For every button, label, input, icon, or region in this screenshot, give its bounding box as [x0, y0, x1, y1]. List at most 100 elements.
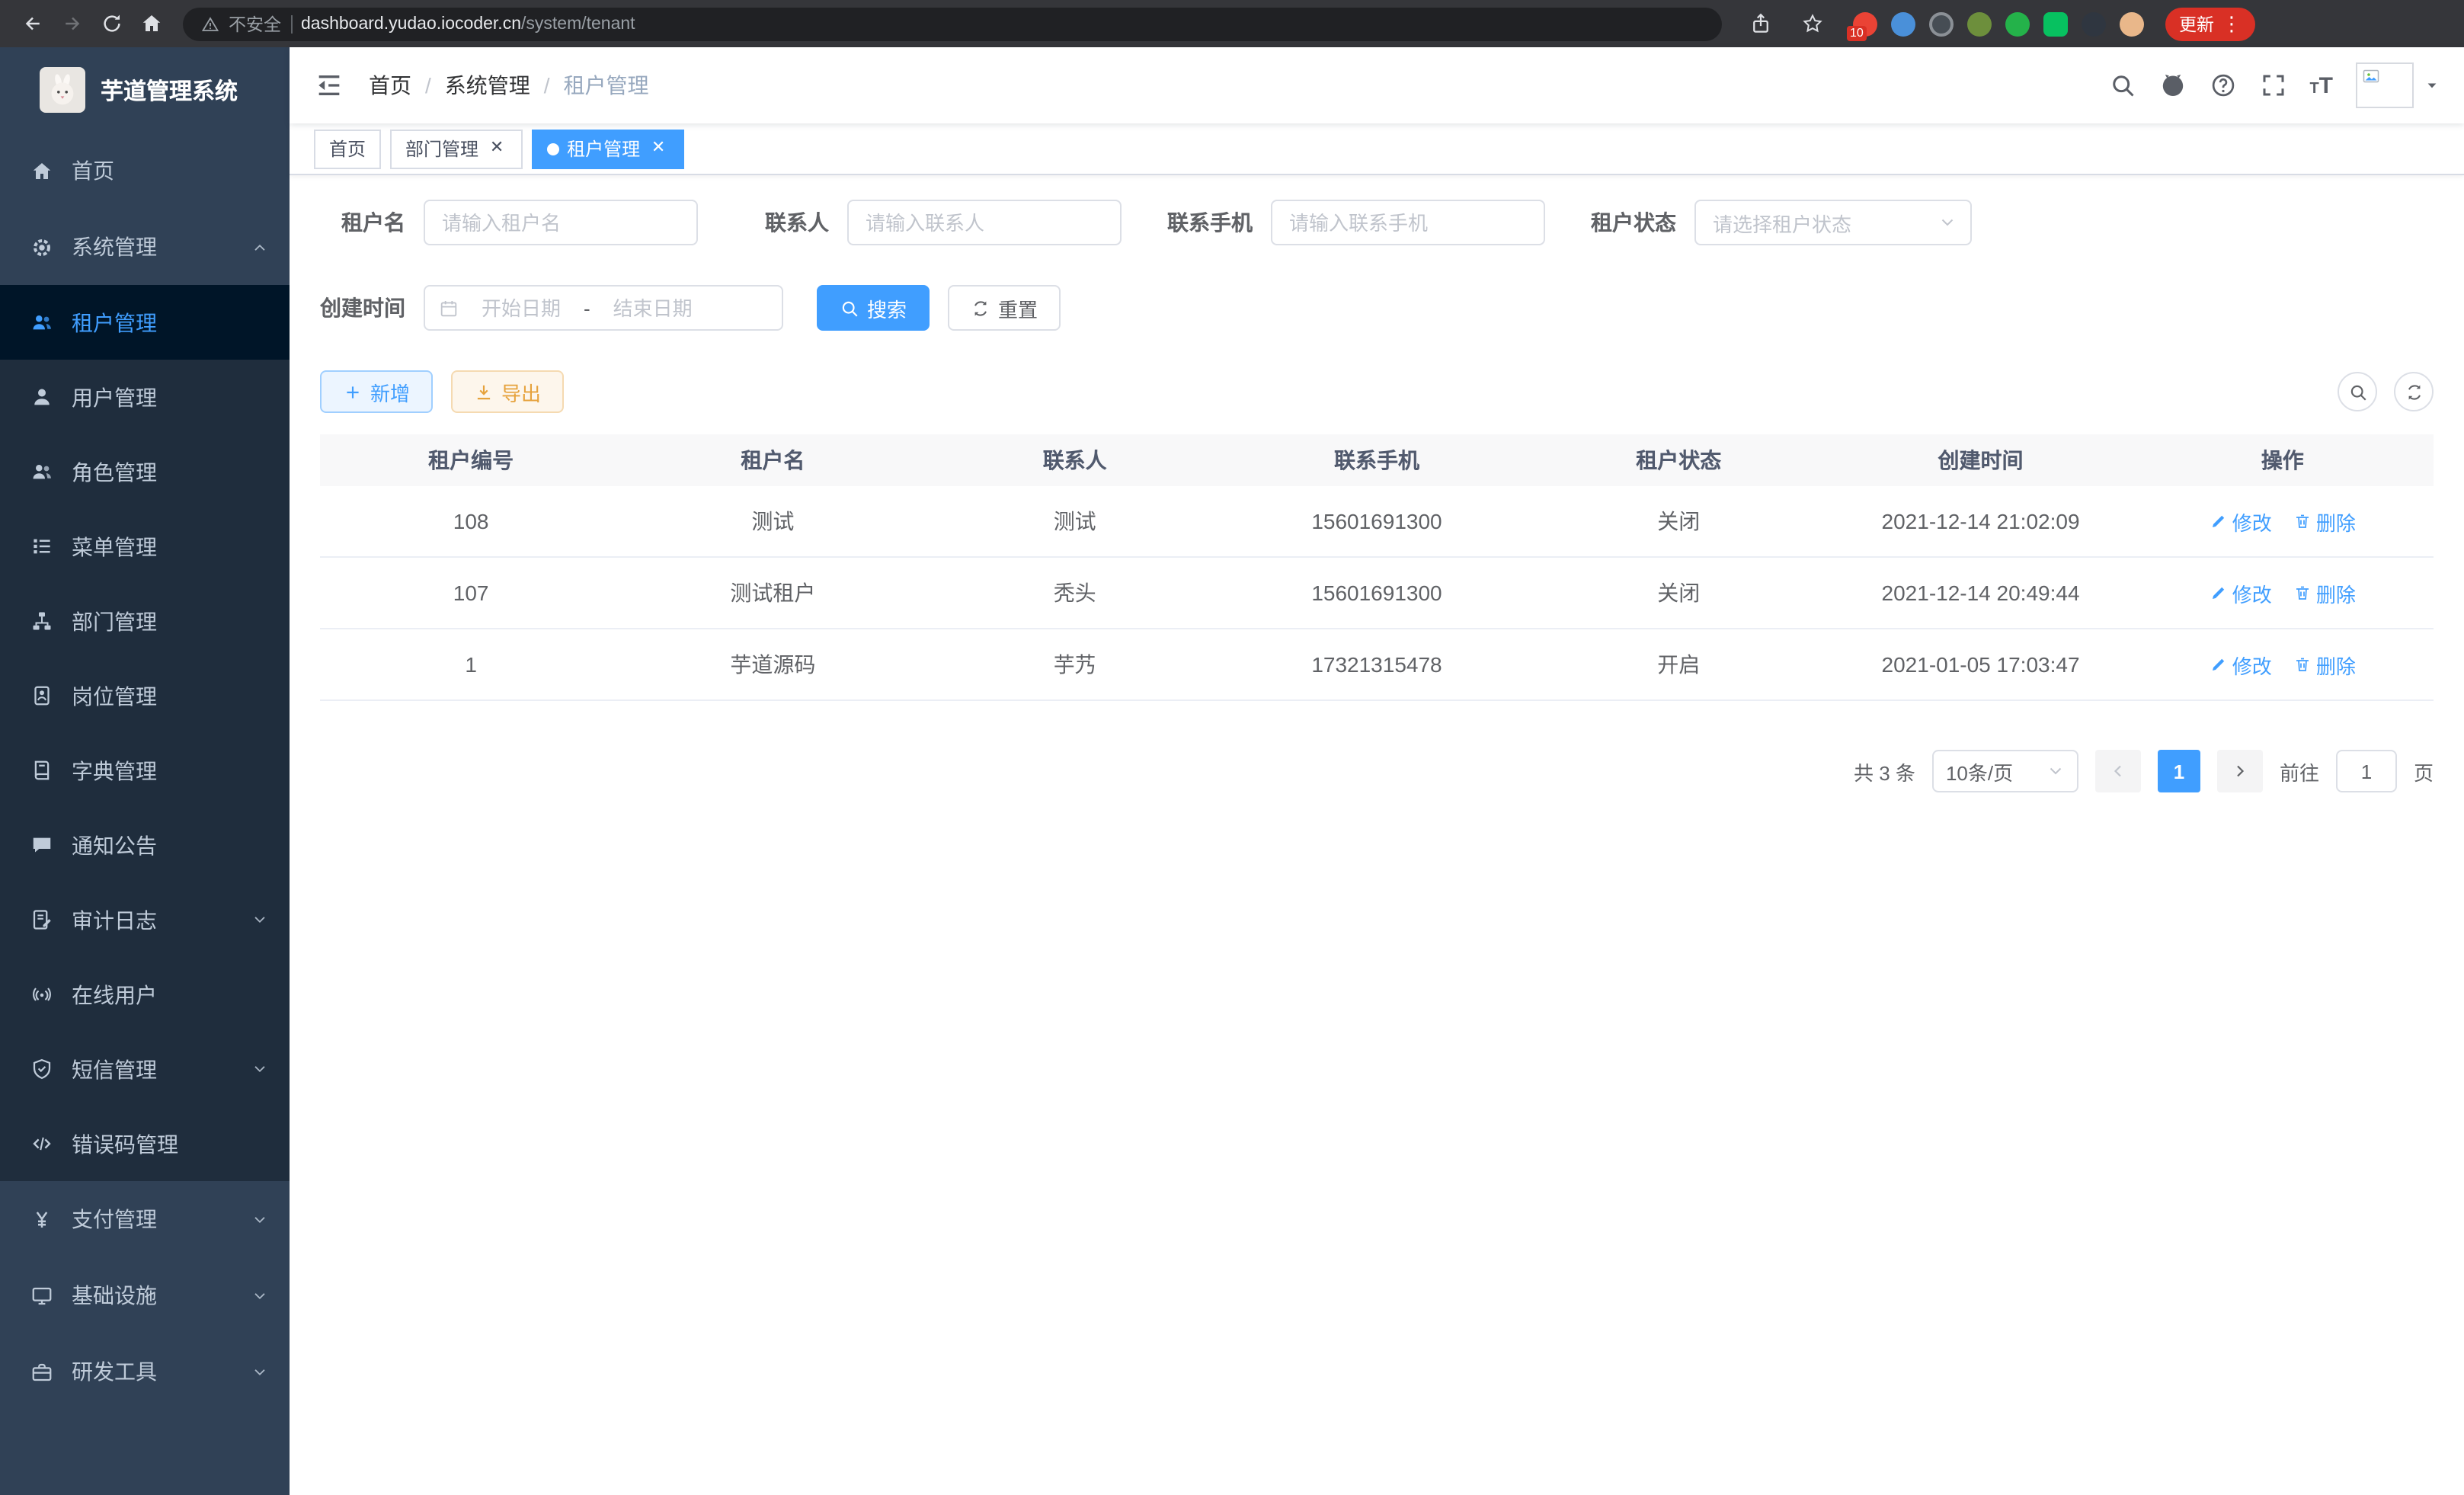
sidebar-item-infrastructure[interactable]: 基础设施: [0, 1257, 290, 1333]
user-avatar-menu[interactable]: [2356, 62, 2440, 108]
help-icon[interactable]: [2209, 72, 2236, 99]
sidebar-item-label: 部门管理: [72, 606, 157, 636]
sidebar-item-user-management[interactable]: 用户管理: [0, 360, 290, 434]
sidebar-item-system-management[interactable]: 系统管理: [0, 209, 290, 285]
extension-icon[interactable]: [2082, 11, 2106, 36]
breadcrumb-item[interactable]: 首页: [369, 70, 411, 101]
chevron-down-icon: [251, 911, 268, 928]
cell-actions: 修改 删除: [2132, 629, 2434, 699]
avatar[interactable]: [2356, 62, 2414, 108]
delete-label: 删除: [2316, 650, 2356, 679]
close-icon[interactable]: ✕: [486, 138, 507, 159]
filter-label: 租户名: [320, 207, 424, 238]
sidebar-item-menu-management[interactable]: 菜单管理: [0, 509, 290, 584]
share-button[interactable]: [1740, 4, 1780, 43]
browser-reload-button[interactable]: [91, 4, 131, 43]
sidebar-item-label: 角色管理: [72, 456, 157, 487]
bookmark-button[interactable]: [1792, 4, 1832, 43]
phone-input[interactable]: [1271, 200, 1545, 245]
total-count: 共 3 条: [1854, 757, 1915, 786]
goto-page-input[interactable]: [2336, 750, 2397, 792]
edit-label: 修改: [2232, 507, 2272, 536]
tenant-table: 租户编号 租户名 联系人 联系手机 租户状态 创建时间 操作 108 测试 测试…: [320, 434, 2434, 701]
edit-button[interactable]: 修改: [2210, 507, 2272, 536]
extension-icon[interactable]: [1967, 11, 1992, 36]
chevron-down-icon: [251, 1287, 268, 1304]
page-number-button[interactable]: 1: [2158, 750, 2200, 792]
add-button[interactable]: 新增: [320, 370, 433, 413]
sidebar-item-dict-management[interactable]: 字典管理: [0, 733, 290, 808]
browser-forward-button[interactable]: [52, 4, 91, 43]
sidebar-item-online-users[interactable]: 在线用户: [0, 957, 290, 1032]
cell-status: 关闭: [1528, 558, 1829, 628]
filter-label: 联系手机: [1167, 207, 1271, 238]
search-icon: [2347, 382, 2367, 402]
refresh-table-button[interactable]: [2394, 372, 2434, 411]
org-tree-icon: [30, 610, 53, 632]
sidebar-item-label: 支付管理: [72, 1204, 157, 1234]
contact-input[interactable]: [847, 200, 1122, 245]
edit-button[interactable]: 修改: [2210, 578, 2272, 607]
cell-contact: 秃头: [924, 558, 1226, 628]
sidebar-item-role-management[interactable]: 角色管理: [0, 434, 290, 509]
toggle-search-button[interactable]: [2338, 372, 2377, 411]
sidebar-item-department-management[interactable]: 部门管理: [0, 584, 290, 658]
browser-menu-icon[interactable]: ⋮: [2222, 14, 2242, 34]
extension-icon[interactable]: 10: [1853, 11, 1877, 36]
prev-page-button[interactable]: [2095, 750, 2141, 792]
extension-icon[interactable]: [2005, 11, 2030, 36]
sidebar-item-post-management[interactable]: 岗位管理: [0, 658, 290, 733]
app-window: 芋道管理系统 首页 系统管理 租户管理 用户管理: [0, 47, 2464, 1495]
sidebar-toggle-icon[interactable]: [314, 70, 344, 101]
fullscreen-icon[interactable]: [2259, 72, 2286, 99]
sidebar-item-tenant-management[interactable]: 租户管理: [0, 285, 290, 360]
reset-button[interactable]: 重置: [948, 285, 1061, 331]
sidebar-item-label: 系统管理: [72, 232, 157, 262]
top-navbar: 首页 / 系统管理 / 租户管理 TT: [290, 47, 2464, 123]
edit-button[interactable]: 修改: [2210, 650, 2272, 679]
sidebar-item-dev-tools[interactable]: 研发工具: [0, 1333, 290, 1410]
sidebar-item-notice[interactable]: 通知公告: [0, 808, 290, 882]
extension-icon[interactable]: [2043, 11, 2068, 36]
delete-button[interactable]: 删除: [2293, 507, 2356, 536]
tab-tenant-management[interactable]: 租户管理 ✕: [532, 129, 684, 168]
font-size-icon[interactable]: TT: [2309, 74, 2333, 97]
github-icon[interactable]: [2158, 72, 2186, 99]
star-icon: [1800, 12, 1823, 35]
browser-back-button[interactable]: [12, 4, 52, 43]
page-size-select[interactable]: 10条/页: [1932, 750, 2078, 792]
sidebar-item-home[interactable]: 首页: [0, 133, 290, 209]
sidebar-item-audit-log[interactable]: 审计日志: [0, 882, 290, 957]
sidebar-item-payment-management[interactable]: 支付管理: [0, 1181, 290, 1257]
breadcrumb-item-current: 租户管理: [564, 70, 649, 101]
browser-actions: 10 更新 ⋮: [1734, 4, 2255, 43]
breadcrumb-item[interactable]: 系统管理: [445, 70, 530, 101]
warning-icon: [201, 14, 219, 33]
extension-icon[interactable]: [1929, 11, 1954, 36]
search-button[interactable]: 搜索: [817, 285, 930, 331]
tab-home[interactable]: 首页: [314, 129, 381, 168]
delete-button[interactable]: 删除: [2293, 578, 2356, 607]
create-time-range-picker[interactable]: -: [424, 285, 783, 331]
status-select[interactable]: 请选择租户状态: [1694, 200, 1972, 245]
browser-home-button[interactable]: [131, 4, 171, 43]
extension-icon[interactable]: [1891, 11, 1915, 36]
delete-button[interactable]: 删除: [2293, 650, 2356, 679]
tab-department-management[interactable]: 部门管理 ✕: [390, 129, 523, 168]
close-icon[interactable]: ✕: [648, 138, 669, 159]
start-date-input[interactable]: [465, 296, 578, 319]
address-bar[interactable]: 不安全 dashboard.yudao.iocoder.cn/system/te…: [183, 7, 1722, 40]
sidebar-item-label: 首页: [72, 155, 114, 186]
sidebar-item-label: 短信管理: [72, 1054, 157, 1084]
sidebar-item-error-code-management[interactable]: 错误码管理: [0, 1106, 290, 1181]
tenant-name-input[interactable]: [424, 200, 698, 245]
table-toolbar: 新增 导出: [320, 370, 2434, 413]
export-button[interactable]: 导出: [451, 370, 564, 413]
next-page-button[interactable]: [2217, 750, 2263, 792]
sidebar-item-sms-management[interactable]: 短信管理: [0, 1032, 290, 1106]
browser-update-button[interactable]: 更新 ⋮: [2165, 7, 2255, 40]
end-date-input[interactable]: [597, 296, 709, 319]
extension-icon[interactable]: [2120, 11, 2144, 36]
column-header: 联系手机: [1226, 434, 1528, 486]
search-icon[interactable]: [2108, 72, 2136, 99]
